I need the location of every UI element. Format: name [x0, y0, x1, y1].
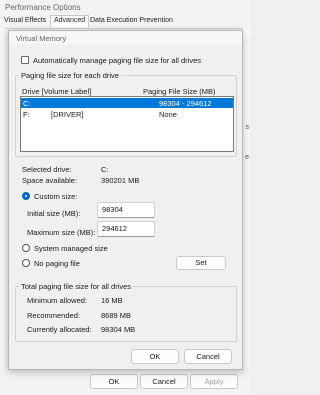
dialog-ok-button[interactable]: OK: [131, 349, 179, 364]
parent-cut-off-text: s: [245, 124, 250, 131]
parent-cancel-button[interactable]: Cancel: [140, 374, 188, 389]
parent-right-edge: [242, 28, 250, 368]
initial-size-input[interactable]: 98304: [97, 202, 155, 218]
currently-allocated-label: Currently allocated:: [27, 325, 92, 334]
set-button[interactable]: Set: [176, 256, 226, 270]
parent-cut-off-text: e: [245, 154, 249, 161]
drive-row[interactable]: F: [DRIVER] None: [21, 109, 233, 119]
parent-ok-button[interactable]: OK: [90, 374, 138, 389]
dialog-title: Virtual Memory: [16, 34, 67, 43]
minimum-allowed-label: Minimum allowed:: [27, 296, 88, 305]
custom-size-label[interactable]: Custom size:: [34, 192, 77, 201]
no-paging-file-radio[interactable]: [22, 259, 30, 267]
selected-drive-value: C:: [101, 165, 109, 174]
selected-drive-label: Selected drive:: [22, 165, 72, 174]
drive-row-selected[interactable]: C: 98304 - 294612: [21, 98, 233, 108]
auto-manage-label[interactable]: Automatically manage paging file size fo…: [33, 56, 201, 65]
dialog-title-bar: Virtual Memory: [9, 31, 242, 44]
initial-size-label: Initial size (MB):: [27, 209, 81, 218]
parent-title-bar: Performance Options: [0, 0, 250, 14]
currently-allocated-value: 98304 MB: [101, 325, 136, 334]
tab-data-execution-prevention[interactable]: Data Execution Prevention: [90, 17, 173, 24]
parent-window-title: Performance Options: [5, 3, 81, 12]
drive-letter: C:: [23, 99, 31, 108]
drive-letter: F:: [23, 110, 30, 119]
drive-volume-label: [DRIVER]: [51, 110, 84, 119]
list-header-size: Paging File Size (MB): [143, 87, 216, 96]
maximum-size-input[interactable]: 294612: [97, 221, 155, 237]
space-available-value: 390201 MB: [101, 176, 140, 185]
no-paging-file-label[interactable]: No paging file: [34, 259, 80, 268]
tab-visual-effects[interactable]: Visual Effects: [4, 17, 46, 24]
dialog-cancel-button[interactable]: Cancel: [184, 349, 232, 364]
space-available-label: Space available:: [22, 176, 78, 185]
maximum-size-label: Maximum size (MB):: [27, 228, 96, 237]
custom-size-radio[interactable]: [22, 192, 30, 200]
drive-list[interactable]: C: 98304 - 294612 F: [DRIVER] None: [20, 96, 234, 152]
minimum-allowed-value: 16 MB: [101, 296, 123, 305]
virtual-memory-dialog: Virtual Memory Automatically manage pagi…: [8, 30, 243, 370]
system-managed-label[interactable]: System managed size: [34, 244, 108, 253]
paging-group-label: Paging file size for each drive: [19, 71, 121, 80]
tab-advanced[interactable]: Advanced: [50, 15, 90, 27]
total-group-label: Total paging file size for all drives: [19, 282, 134, 291]
drive-paging-size: None: [159, 110, 177, 119]
recommended-value: 8689 MB: [101, 311, 132, 320]
parent-left-edge: [0, 28, 5, 368]
list-header-drive: Drive [Volume Label]: [22, 87, 92, 96]
recommended-label: Recommended:: [27, 311, 80, 320]
drive-paging-size: 98304 - 294612: [159, 99, 212, 108]
parent-apply-button[interactable]: Apply: [190, 374, 238, 389]
parent-tab-bar: Visual Effects Advanced Data Execution P…: [0, 14, 250, 29]
auto-manage-checkbox[interactable]: [21, 56, 29, 64]
system-managed-radio[interactable]: [22, 244, 30, 252]
